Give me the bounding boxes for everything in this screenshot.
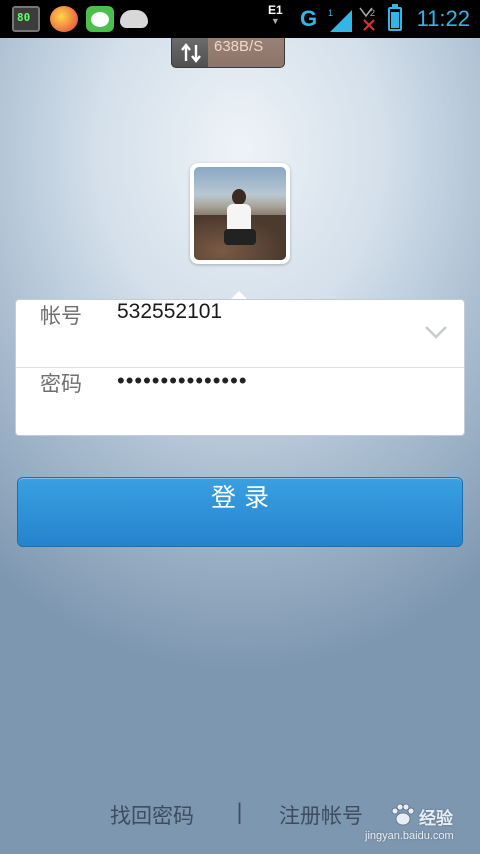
login-button[interactable]: 登录 xyxy=(17,477,463,547)
rabbit-app-icon xyxy=(86,6,114,32)
signal-strength-icon: 1 xyxy=(328,8,352,32)
network-e1-indicator: E1 ▼ xyxy=(268,4,283,27)
chevron-down-icon[interactable] xyxy=(424,324,448,340)
status-bar: 80 E1 ▼ G 1 2 11:22 xyxy=(0,0,480,38)
password-input[interactable]: ••••••••••••••• xyxy=(117,368,248,436)
baidu-jingyan-watermark: 经验 jingyan.baidu.com xyxy=(365,800,475,850)
avatar-photo xyxy=(194,167,286,260)
link-separator: | xyxy=(236,800,244,824)
password-label: 密码 xyxy=(40,372,82,396)
no-signal-icon: 2 xyxy=(359,7,375,31)
signal1-label: 1 xyxy=(328,8,333,18)
clock: 11:22 xyxy=(416,6,470,31)
password-row[interactable]: 密码 ••••••••••••••• xyxy=(16,368,464,436)
android-app-icon xyxy=(120,10,148,28)
network-type-label: E1 xyxy=(268,3,283,17)
account-label: 帐号 xyxy=(40,304,82,328)
user-avatar[interactable] xyxy=(190,163,290,264)
net-speed-indicator: 638B/S xyxy=(171,38,285,68)
photo-person-head xyxy=(232,189,246,205)
paw-icon xyxy=(391,803,415,826)
watermark-brand: 经验 xyxy=(419,809,453,829)
watermark-url: jingyan.baidu.com xyxy=(365,830,454,842)
account-input[interactable]: 532552101 xyxy=(117,300,222,368)
network-g-indicator: G xyxy=(300,6,318,31)
find-password-link[interactable]: 找回密码 xyxy=(110,800,194,830)
data-activity-icon: ▼ xyxy=(270,16,280,26)
battery-app-icon: 80 xyxy=(12,6,40,32)
plus-app-icon xyxy=(50,6,78,32)
battery-icon xyxy=(388,4,402,31)
up-down-arrows-icon xyxy=(181,43,201,63)
photo-person-legs xyxy=(224,229,256,245)
net-speed-value: 638B/S xyxy=(208,38,284,67)
login-form: 帐号 532552101 密码 ••••••••••••••• xyxy=(15,299,465,436)
register-link[interactable]: 注册帐号 xyxy=(279,800,363,830)
account-row[interactable]: 帐号 532552101 xyxy=(16,300,464,368)
app-icon-text: 80 xyxy=(17,11,31,24)
